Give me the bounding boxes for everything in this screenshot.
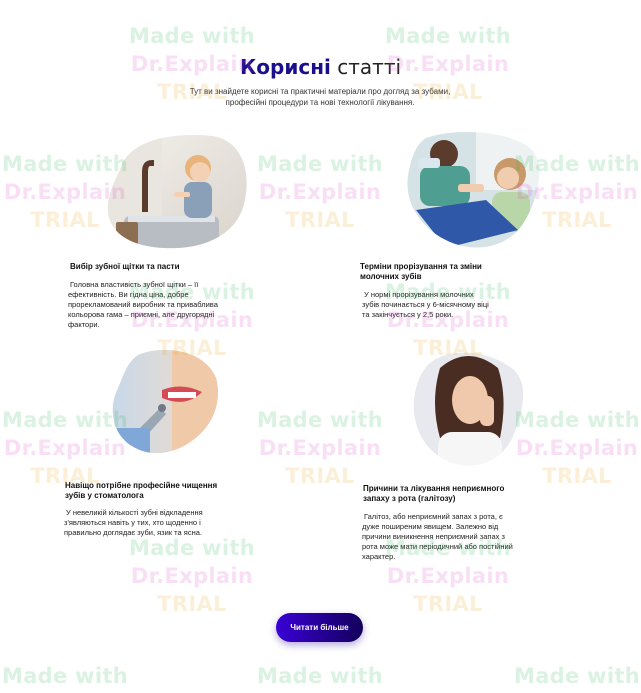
trial-watermark: Made with Dr.Explain TRIAL: [129, 536, 255, 616]
trial-watermark: Made with: [2, 664, 128, 688]
trial-watermark: Made with: [257, 664, 383, 688]
trial-watermark: Made with Dr.Explain TRIAL: [257, 152, 383, 232]
article-title[interactable]: Вибір зубної щітки та пасти: [70, 262, 240, 272]
page-title-rest: статті: [337, 55, 402, 79]
trial-watermark: Made with Dr.Explain TRIAL: [257, 408, 383, 488]
woman-toothache-photo[interactable]: [410, 348, 526, 470]
read-more-button[interactable]: Читати більше: [276, 613, 363, 642]
girl-at-dentist-photo[interactable]: [406, 130, 540, 252]
page-subtitle: Тут ви знайдете корисні та практичні мат…: [189, 87, 451, 107]
child-brushing-teeth-photo[interactable]: [102, 132, 250, 250]
article-title[interactable]: Терміни прорізування та зміни молочних з…: [360, 262, 490, 282]
article-text: Галітоз, або неприємний запах з рота, є …: [362, 512, 513, 561]
article-title[interactable]: Причини та лікування неприємного запаху …: [363, 484, 513, 504]
article-title[interactable]: Навіщо потрібне професійне чищення зубів…: [65, 481, 225, 501]
trial-watermark: Made with: [514, 664, 640, 688]
article-text: У невеликій кількості зубні відкладення …: [64, 508, 203, 537]
smile-dental-tool-photo[interactable]: [110, 348, 218, 456]
article-text: Головна властивість зубної щітки – її еф…: [68, 280, 218, 329]
page-title-accent: Корисні: [239, 55, 331, 79]
page-title: Корисні статті: [0, 55, 641, 79]
article-text: У нормі прорізування молочних зубів почи…: [362, 290, 489, 319]
